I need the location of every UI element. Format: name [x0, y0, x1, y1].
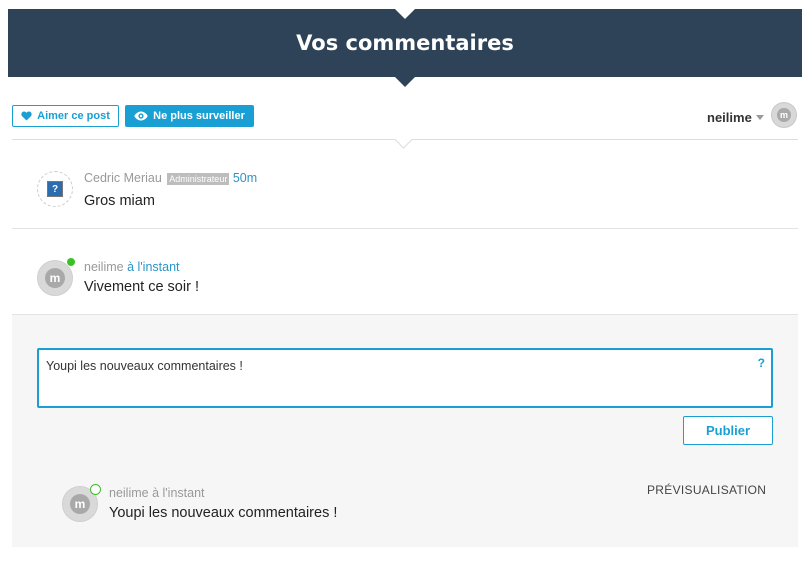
- heart-icon: [21, 111, 32, 121]
- like-post-button[interactable]: Aimer ce post: [12, 105, 119, 127]
- comment-time[interactable]: 50m: [233, 171, 257, 185]
- header-notch-top: [395, 9, 415, 19]
- publish-button[interactable]: Publier: [683, 416, 773, 445]
- preview-label: PRÉVISUALISATION: [647, 483, 767, 497]
- caret-down-icon: [755, 114, 764, 120]
- divider-notch: [394, 130, 413, 149]
- avatar-logo-icon: m: [776, 107, 792, 123]
- comment-separator: [12, 228, 798, 229]
- online-indicator: [90, 484, 101, 495]
- preview-meta: neilime à l'instant: [109, 486, 205, 500]
- comment-textarea-value: Youpi les nouveaux commentaires !: [46, 359, 243, 373]
- eye-icon: [134, 111, 148, 121]
- comment-time[interactable]: à l'instant: [127, 260, 179, 274]
- help-icon[interactable]: ?: [758, 356, 765, 370]
- avatar: m: [37, 260, 73, 296]
- username: neilime: [707, 109, 752, 125]
- preview-time: à l'instant: [152, 486, 205, 500]
- preview-author: neilime: [109, 486, 149, 500]
- role-badge: Administrateur: [167, 173, 230, 185]
- comment-meta: neilime à l'instant: [84, 260, 180, 274]
- comment-meta: Cedric Meriau Administrateur 50m: [84, 171, 257, 185]
- comment-author: Cedric Meriau: [84, 171, 162, 185]
- comment-text: Gros miam: [84, 193, 155, 209]
- avatar-logo-icon: m: [44, 267, 66, 289]
- like-post-label: Aimer ce post: [37, 110, 110, 122]
- online-indicator: [67, 258, 75, 266]
- comment-author: neilime: [84, 260, 124, 274]
- page-header: Vos commentaires: [8, 9, 802, 77]
- comment-textarea[interactable]: Youpi les nouveaux commentaires ! ?: [37, 348, 773, 408]
- avatar: ?: [37, 171, 73, 207]
- preview-text: Youpi les nouveaux commentaires !: [109, 505, 338, 521]
- avatar-logo-icon: m: [69, 493, 91, 515]
- unknown-avatar-icon: ?: [47, 181, 63, 197]
- comment-text: Vivement ce soir !: [84, 279, 199, 295]
- user-menu[interactable]: neilime: [707, 108, 764, 126]
- unwatch-button[interactable]: Ne plus surveiller: [125, 105, 254, 127]
- user-avatar[interactable]: m: [771, 102, 797, 128]
- page-title: Vos commentaires: [296, 31, 514, 55]
- unwatch-label: Ne plus surveiller: [153, 110, 245, 122]
- header-notch-bottom: [395, 77, 415, 87]
